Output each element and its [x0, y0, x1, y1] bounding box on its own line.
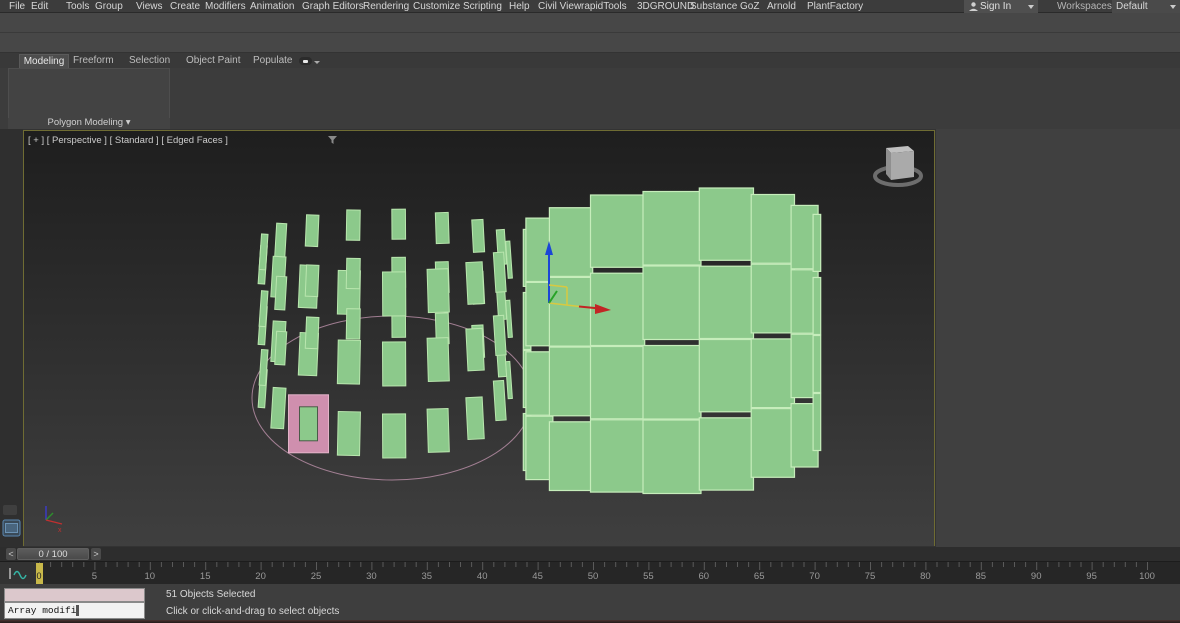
svg-text:75: 75	[865, 571, 876, 582]
svg-text:100: 100	[1139, 571, 1155, 582]
svg-text:10: 10	[145, 571, 156, 582]
svg-text:80: 80	[920, 571, 931, 582]
svg-text:35: 35	[422, 571, 433, 582]
svg-text:x: x	[58, 527, 62, 534]
svg-text:55: 55	[643, 571, 654, 582]
svg-text:15: 15	[200, 571, 211, 582]
svg-text:85: 85	[976, 571, 987, 582]
svg-text:20: 20	[255, 571, 266, 582]
svg-text:[ + ] [ Perspective ] [ Standa: [ + ] [ Perspective ] [ Standard ] [ Edg…	[28, 135, 228, 146]
svg-text:90: 90	[1031, 571, 1042, 582]
svg-text:95: 95	[1086, 571, 1097, 582]
svg-text:70: 70	[809, 571, 820, 582]
svg-text:5: 5	[92, 571, 97, 582]
svg-text:25: 25	[311, 571, 322, 582]
svg-text:40: 40	[477, 571, 488, 582]
svg-text:50: 50	[588, 571, 599, 582]
svg-text:0: 0	[36, 571, 41, 581]
svg-text:45: 45	[532, 571, 543, 582]
svg-text:30: 30	[366, 571, 377, 582]
svg-text:60: 60	[699, 571, 710, 582]
svg-text:65: 65	[754, 571, 765, 582]
